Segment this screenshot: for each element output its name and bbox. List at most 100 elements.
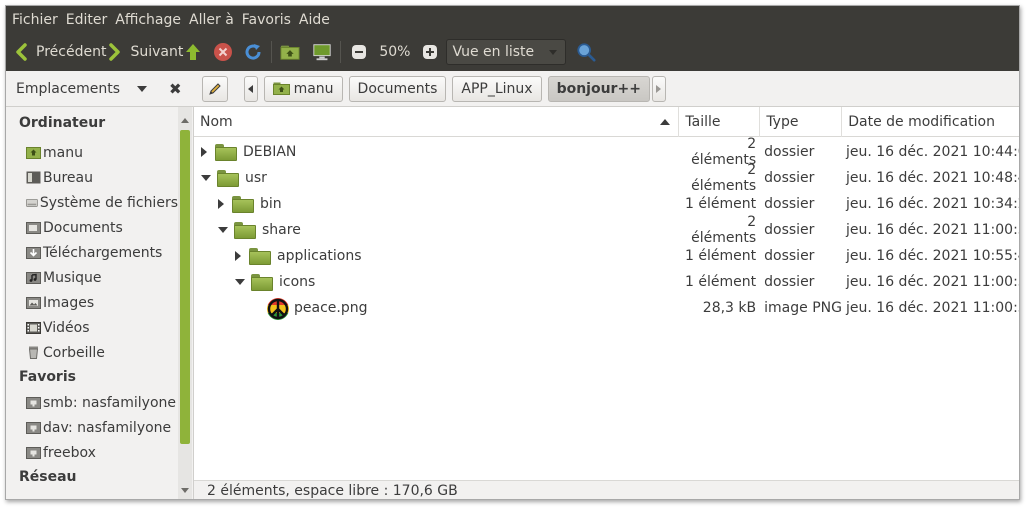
expander-collapsed-icon[interactable] — [201, 147, 207, 157]
file-type-cell: dossier — [764, 144, 815, 160]
breadcrumb-scroll-left[interactable] — [243, 75, 258, 102]
file-name-label: usr — [245, 170, 267, 186]
sidebar-item-label: Bureau — [43, 169, 93, 186]
folder-icon — [215, 143, 237, 161]
sidebar-header-favoris: Favoris — [19, 369, 76, 385]
breadcrumb-app-linux[interactable]: APP_Linux — [452, 75, 542, 102]
menu-affichage[interactable]: Affichage — [113, 12, 187, 28]
sidebar-item-dav-nasfamilyone[interactable]: dav: nasfamilyone — [6, 415, 178, 440]
sidebar-item-bureau[interactable]: Bureau — [6, 165, 178, 190]
stop-icon[interactable] — [213, 42, 233, 62]
breadcrumb-manu[interactable]: manu — [263, 75, 343, 102]
chevron-left-icon — [248, 84, 254, 93]
column-header-name[interactable]: Nom — [194, 107, 680, 137]
drive-icon — [26, 198, 38, 207]
expander-collapsed-icon[interactable] — [218, 199, 224, 209]
table-row[interactable]: usr 2 éléments dossier jeu. 16 déc. 2021 10… — [194, 162, 1020, 194]
menu-aller-a[interactable]: Aller à — [187, 12, 240, 28]
column-header-label: Nom — [200, 114, 233, 130]
table-row[interactable]: share 2 éléments dossier jeu. 16 déc. 2021 … — [194, 214, 1019, 246]
breadcrumb-label: manu — [293, 80, 334, 97]
forward-button[interactable]: Suivant — [106, 37, 183, 67]
sidebar-item-telechargements[interactable]: Téléchargements — [6, 240, 178, 265]
folder-icon — [251, 273, 273, 291]
file-size-cell: 2 éléments — [691, 214, 757, 246]
scroll-down-icon[interactable] — [181, 488, 189, 493]
file-date-cell: jeu. 16 déc. 2021 11:00:54 — [846, 300, 1020, 316]
column-header-date[interactable]: Date de modification — [842, 107, 1019, 137]
search-icon[interactable] — [576, 42, 596, 62]
view-mode-select[interactable]: Vue en liste — [446, 39, 567, 65]
breadcrumb-documents[interactable]: Documents — [348, 75, 447, 102]
column-header-label: Date de modification — [848, 114, 995, 130]
close-sidebar-icon[interactable]: ✖ — [169, 80, 182, 98]
menu-fichier[interactable]: Fichier — [10, 12, 64, 28]
forward-arrow-icon — [106, 42, 124, 62]
file-date-cell: jeu. 16 déc. 2021 10:34:25 — [846, 196, 1020, 212]
home-folder-icon[interactable] — [280, 42, 300, 62]
scroll-up-icon[interactable] — [181, 118, 189, 123]
column-header-label: Taille — [685, 114, 721, 130]
breadcrumb-label: Documents — [357, 80, 438, 97]
music-folder-icon — [26, 272, 41, 284]
expander-expanded-icon[interactable] — [235, 279, 245, 285]
up-arrow-icon[interactable] — [183, 42, 203, 62]
zoom-in-icon[interactable] — [420, 42, 440, 62]
sidebar-item-images[interactable]: Images — [6, 290, 178, 315]
documents-folder-icon — [26, 222, 41, 234]
folder-icon — [232, 195, 254, 213]
table-row[interactable]: peace.png 28,3 kB image PNG jeu. 16 déc. 20… — [194, 295, 1020, 321]
zoom-out-icon[interactable] — [349, 42, 369, 62]
home-folder-icon — [26, 147, 41, 159]
file-type-cell: image PNG — [764, 300, 842, 316]
sidebar-item-smb-nasfamilyone[interactable]: smb: nasfamilyone — [6, 390, 178, 415]
menubar: Fichier Editer Affichage Aller à Favoris… — [6, 6, 1019, 33]
sidebar-item-manu[interactable]: manu — [6, 140, 178, 165]
sidebar-item-freebox[interactable]: freebox — [6, 440, 178, 465]
table-row[interactable]: DEBIAN 2 éléments dossier jeu. 16 déc. 2021… — [194, 136, 1019, 168]
computer-icon[interactable] — [312, 42, 332, 62]
sidebar-item-label: dav: nasfamilyone — [43, 419, 172, 436]
file-size-cell: 2 éléments — [691, 162, 757, 194]
videos-folder-icon — [26, 322, 41, 334]
chevron-down-icon[interactable] — [137, 85, 147, 92]
expander-expanded-icon[interactable] — [201, 175, 211, 181]
column-header-size[interactable]: Taille — [679, 107, 761, 137]
view-mode-label: Vue en liste — [452, 44, 535, 60]
file-date-cell: jeu. 16 déc. 2021 11:00:54 — [846, 274, 1020, 290]
table-row[interactable]: bin 1 élément dossier jeu. 16 déc. 2021 10:… — [194, 191, 1020, 217]
sidebar-scrollbar-thumb[interactable] — [180, 130, 190, 444]
sidebar-item-label: Images — [43, 294, 95, 311]
file-name-label: share — [262, 222, 301, 238]
desktop-icon — [26, 171, 41, 184]
places-selector[interactable]: Emplacements — [16, 81, 121, 97]
file-size-cell: 1 élément — [685, 196, 757, 212]
file-name-label: DEBIAN — [243, 144, 297, 160]
menu-editer[interactable]: Editer — [64, 12, 113, 28]
breadcrumb-bonjour[interactable]: bonjour++ — [547, 75, 650, 102]
back-button[interactable]: Précédent — [12, 37, 106, 67]
sidebar-item-musique[interactable]: Musique — [6, 265, 178, 290]
expander-collapsed-icon[interactable] — [235, 251, 241, 261]
edit-location-button[interactable] — [201, 75, 228, 102]
toolbar-separator — [271, 41, 273, 63]
file-name-cell: share — [194, 221, 679, 239]
sidebar-item-videos[interactable]: Vidéos — [6, 315, 178, 340]
sidebar-item-systeme-de-fichiers[interactable]: Système de fichiers — [6, 190, 178, 215]
table-row[interactable]: applications 1 élément dossier jeu. 16 déc.… — [194, 243, 1019, 269]
chevron-down-icon — [549, 49, 558, 55]
expander-expanded-icon[interactable] — [218, 227, 228, 233]
reload-icon[interactable] — [243, 42, 263, 62]
sidebar-item-corbeille[interactable]: Corbeille — [6, 340, 178, 365]
file-date-cell: jeu. 16 déc. 2021 10:48:47 — [846, 170, 1020, 186]
file-size-cell: 28,3 kB — [702, 300, 757, 316]
breadcrumb-scroll-right[interactable] — [651, 75, 666, 102]
menu-aide[interactable]: Aide — [297, 12, 336, 28]
file-type-cell: dossier — [764, 274, 815, 290]
breadcrumb-label: APP_Linux — [461, 80, 533, 97]
sidebar-header-reseau: Réseau — [19, 469, 77, 485]
sidebar-item-documents[interactable]: Documents — [6, 215, 178, 240]
column-header-type[interactable]: Type — [760, 107, 843, 137]
table-row[interactable]: icons 1 élément dossier jeu. 16 déc. 2021 1… — [194, 269, 1020, 295]
menu-favoris[interactable]: Favoris — [240, 12, 297, 28]
